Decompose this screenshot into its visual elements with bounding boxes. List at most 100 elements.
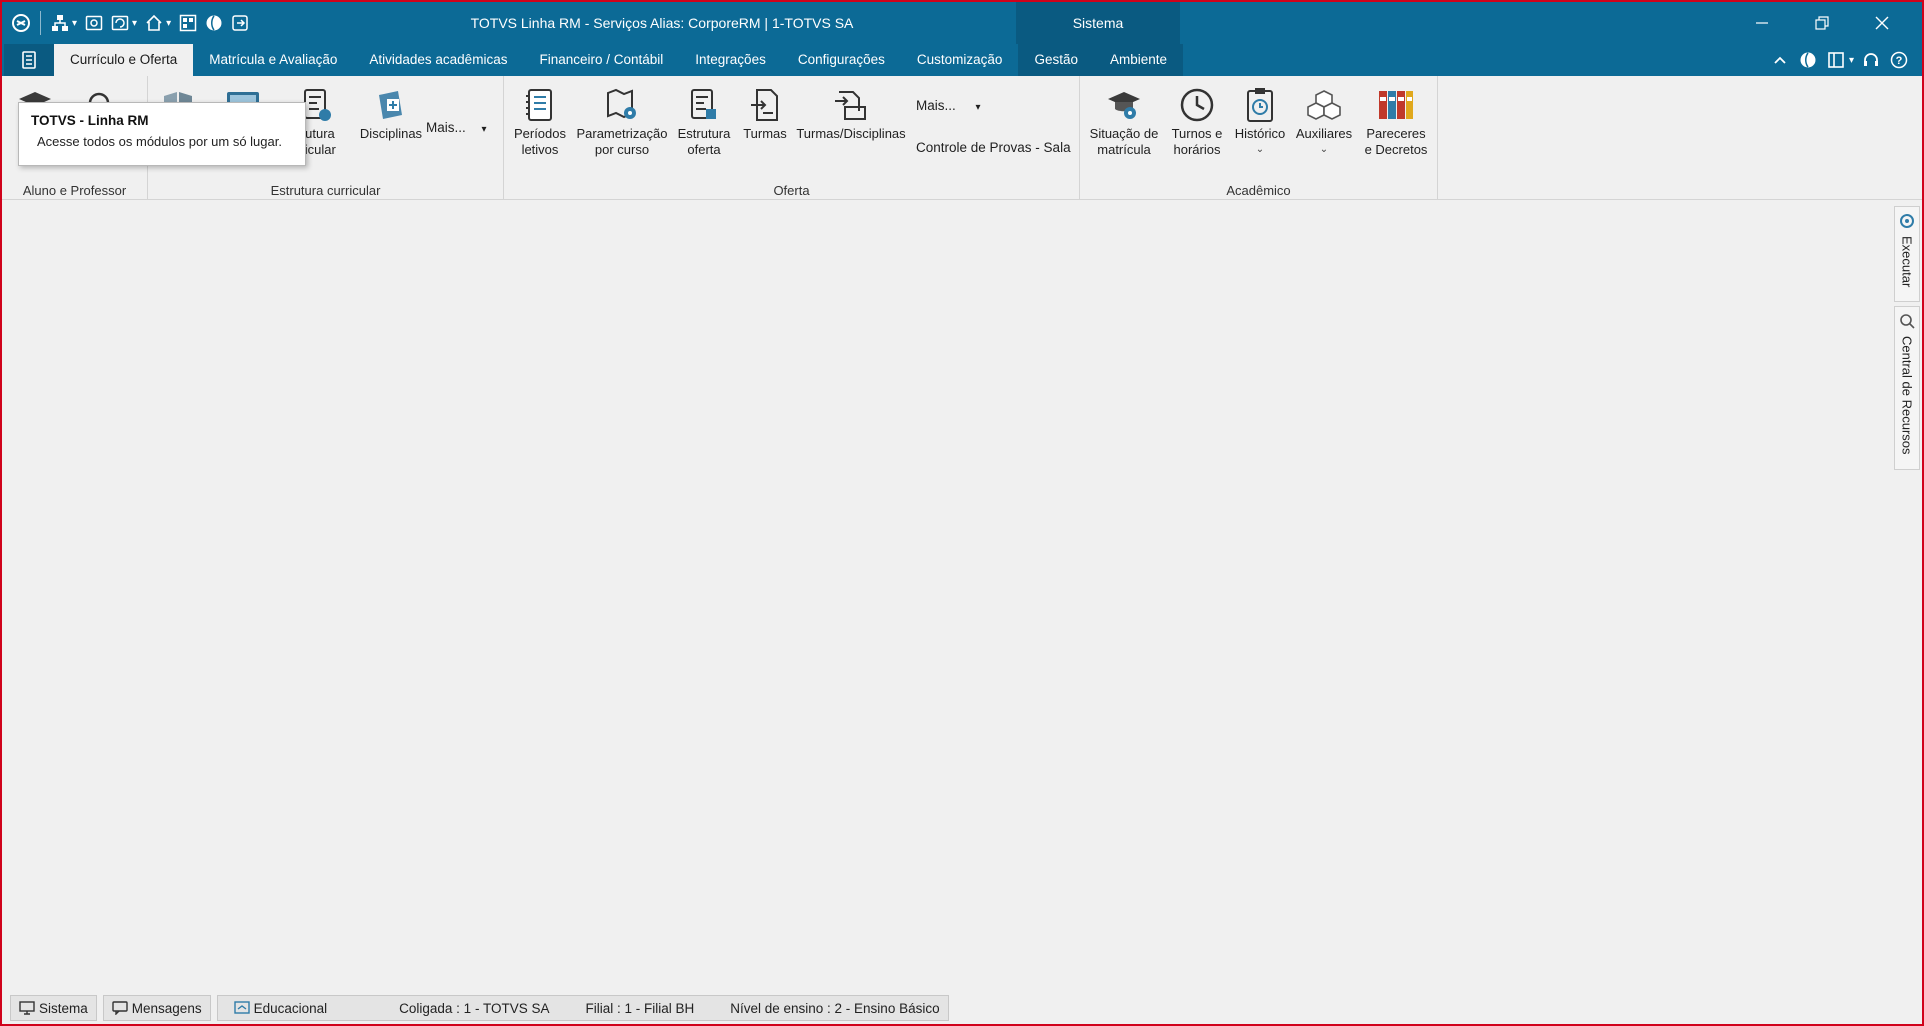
ribbon-button-situacao-matricula[interactable]: Situação de matrícula xyxy=(1084,86,1164,158)
chevron-down-icon[interactable]: ▾ xyxy=(166,18,171,29)
totvs-logo-icon[interactable] xyxy=(10,12,32,34)
ribbon-button-label: Disciplinas xyxy=(359,126,423,141)
binders-icon xyxy=(1376,86,1416,124)
graduation-gear-icon xyxy=(1104,86,1144,124)
ribbon-button-label: horários xyxy=(1173,142,1221,157)
window-controls xyxy=(1732,2,1912,44)
side-panel-central-recursos[interactable]: Central de Recursos xyxy=(1894,306,1920,470)
quick-access-toolbar: ▾ ▾ ▾ xyxy=(10,10,255,36)
chevron-down-icon: ▾ xyxy=(481,124,487,135)
tab-gestao[interactable]: Gestão xyxy=(1018,44,1094,76)
group-label: Oferta xyxy=(773,183,810,198)
app-window: TOTVS Linha RM - Serviços Alias: Corpore… xyxy=(0,0,1924,1026)
status-coligada: Coligada : 1 - TOTVS SA xyxy=(399,1000,550,1016)
tab-customizacao[interactable]: Customização xyxy=(901,44,1019,76)
ribbon-button-label: oferta xyxy=(687,142,721,157)
ribbon-button-label: Turnos e xyxy=(1171,126,1223,141)
class-import-icon xyxy=(745,86,785,124)
ribbon-button-label: letivos xyxy=(521,142,559,157)
ribbon-button-turmas-disciplinas[interactable]: Turmas/Disciplinas xyxy=(794,86,908,142)
tooltip-title: TOTVS - Linha RM xyxy=(31,113,149,128)
view-icon[interactable] xyxy=(83,12,105,34)
ribbon-button-label: matrícula xyxy=(1097,142,1151,157)
chevron-down-icon: ⌄ xyxy=(1319,144,1329,155)
tab-financeiro-contabil[interactable]: Financeiro / Contábil xyxy=(523,44,679,76)
context-tab-sistema: Sistema xyxy=(1016,2,1180,44)
controle-provas-sala-button[interactable]: Controle de Provas - Sala xyxy=(916,140,1071,155)
application-menu-button[interactable] xyxy=(4,44,54,76)
home-icon[interactable] xyxy=(143,12,165,34)
monitor-icon xyxy=(19,1001,35,1015)
chevron-down-icon[interactable]: ▾ xyxy=(132,18,137,29)
history-clipboard-icon xyxy=(1240,86,1280,124)
status-button-mensagens[interactable]: Mensagens xyxy=(102,995,211,1021)
cubes-icon xyxy=(1304,86,1344,124)
layout-icon[interactable] xyxy=(1825,49,1847,71)
disciplines-book-icon xyxy=(371,86,411,124)
ribbon-button-parametrizacao[interactable]: Parametrização por curso xyxy=(572,86,672,158)
ribbon-button-label: Parametrização xyxy=(576,126,668,141)
ribbon-button-label: por curso xyxy=(594,142,650,157)
ribbon-right-tools: ▾ ? xyxy=(1763,44,1910,76)
tab-curriculo-e-oferta[interactable]: Currículo e Oferta xyxy=(54,44,194,76)
ribbon-button-label: Períodos xyxy=(513,126,567,141)
collapse-ribbon-icon[interactable] xyxy=(1769,49,1791,71)
exit-icon[interactable] xyxy=(229,12,251,34)
mais-dropdown-button[interactable]: Mais... ▾ xyxy=(916,98,981,113)
ribbon-button-pareceres-decretos[interactable]: Pareceres e Decretos xyxy=(1356,86,1436,158)
status-bar: Sistema Mensagens Educacional Coligada :… xyxy=(10,995,949,1021)
ribbon-button-auxiliares[interactable]: Auxiliares ⌄ xyxy=(1292,86,1356,158)
status-filial: Filial : 1 - Filial BH xyxy=(585,1000,695,1016)
tab-integracoes[interactable]: Integrações xyxy=(679,44,782,76)
globe-icon[interactable] xyxy=(1797,49,1819,71)
structure-document-icon xyxy=(684,86,724,124)
chevron-down-icon[interactable]: ▾ xyxy=(1849,55,1854,66)
ribbon-button-turmas[interactable]: Turmas xyxy=(740,86,790,142)
tab-ambiente[interactable]: Ambiente xyxy=(1093,44,1184,76)
toolbar-separator xyxy=(40,11,41,35)
ribbon-button-historico[interactable]: Histórico ⌄ xyxy=(1228,86,1292,158)
ribbon-button-label: Turmas/Disciplinas xyxy=(796,126,906,141)
help-icon[interactable]: ? xyxy=(1888,49,1910,71)
group-label: Aluno e Professor xyxy=(22,183,127,198)
ribbon-button-estrutura-oferta[interactable]: Estrutura oferta xyxy=(672,86,736,158)
mais-dropdown-button[interactable]: Mais... ▾ xyxy=(426,120,487,135)
group-oferta: Períodos letivos Parametrização por curs… xyxy=(504,76,1080,200)
restore-icon[interactable] xyxy=(1792,2,1852,44)
menu-icon xyxy=(22,51,36,69)
support-headset-icon[interactable] xyxy=(1860,49,1882,71)
side-panel-label: Executar xyxy=(1899,236,1915,288)
status-nivel-ensino: Nível de ensino : 2 - Ensino Básico xyxy=(730,1000,940,1016)
status-label: Mensagens xyxy=(131,1000,202,1016)
ribbon-button-periodos-letivos[interactable]: Períodos letivos xyxy=(508,86,572,158)
hierarchy-icon[interactable] xyxy=(49,12,71,34)
ribbon-button-label: Pareceres xyxy=(1366,126,1426,141)
refresh-icon[interactable] xyxy=(109,12,131,34)
ribbon-button-label: Situação de xyxy=(1089,126,1159,141)
tab-matricula-e-avaliacao[interactable]: Matrícula e Avaliação xyxy=(193,44,353,76)
minimize-icon[interactable] xyxy=(1732,2,1792,44)
status-button-educacional[interactable]: Educacional xyxy=(233,1001,327,1016)
ribbon-button-label: Auxiliares xyxy=(1295,126,1353,141)
group-label: Estrutura curricular xyxy=(270,183,381,198)
educational-icon xyxy=(233,1001,250,1015)
side-panel-executar[interactable]: Executar xyxy=(1894,206,1920,302)
tooltip: TOTVS - Linha RM Acesse todos os módulos… xyxy=(18,102,306,166)
status-button-sistema[interactable]: Sistema xyxy=(10,995,97,1021)
tab-configuracoes[interactable]: Configurações xyxy=(782,44,901,76)
status-info-panel: Educacional Coligada : 1 - TOTVS SA Fili… xyxy=(216,995,949,1021)
ribbon-button-label: Histórico xyxy=(1234,126,1286,141)
ribbon-tab-strip: Currículo e Oferta Matrícula e Avaliação A… xyxy=(2,44,1922,76)
close-icon[interactable] xyxy=(1852,2,1912,44)
gear-icon xyxy=(1899,213,1915,232)
group-label: Acadêmico xyxy=(1226,183,1291,198)
side-panel-label: Central de Recursos xyxy=(1899,336,1915,455)
ribbon-button-label: Turmas xyxy=(743,126,787,141)
tab-atividades-academicas[interactable]: Atividades acadêmicas xyxy=(353,44,523,76)
modules-icon[interactable] xyxy=(177,12,199,34)
globe-icon[interactable] xyxy=(203,12,225,34)
ribbon-button-turnos-horarios[interactable]: Turnos e horários xyxy=(1166,86,1228,158)
chevron-down-icon[interactable]: ▾ xyxy=(72,18,77,29)
ribbon-button-disciplinas[interactable]: Disciplinas xyxy=(356,86,426,142)
tooltip-body: Acesse todos os módulos por um só lugar. xyxy=(37,134,282,149)
